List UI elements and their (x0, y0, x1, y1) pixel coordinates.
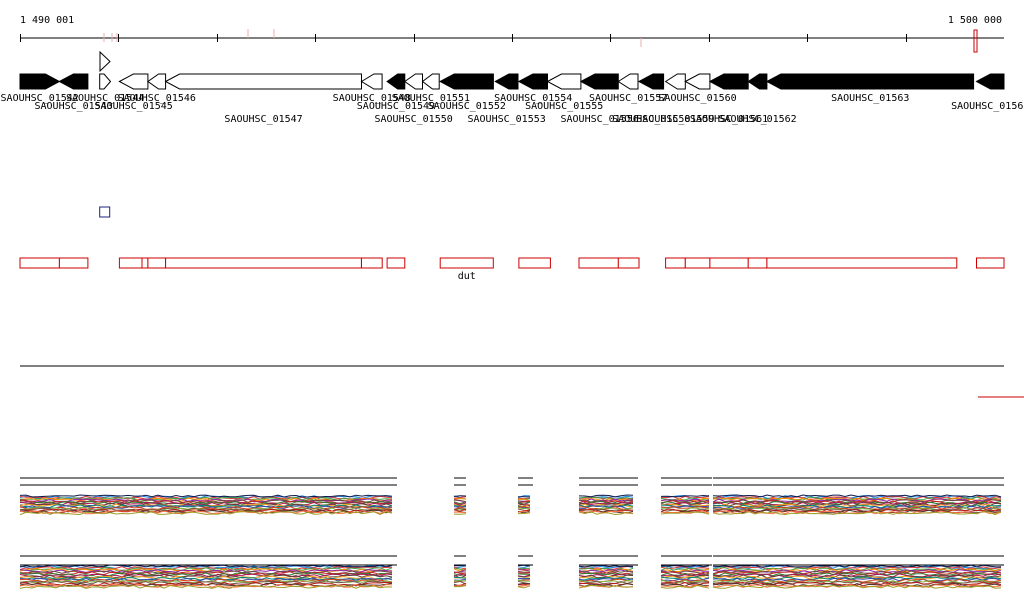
gene-arrow[interactable] (19, 73, 61, 90)
rna-feature-box[interactable] (58, 257, 89, 269)
coverage-series-line (660, 506, 710, 509)
rna-feature-box[interactable] (439, 257, 494, 269)
gene-track: SAOUHSC_01542SAOUHSC_01543SAOUHSC_01544S… (1, 50, 1024, 125)
strand-indicator-icon (99, 50, 111, 73)
rna-feature-box[interactable] (976, 257, 1005, 269)
genome-browser-view: 1 490 001 1 500 000 SAOUHSC_01542SAOUHSC… (1, 15, 1024, 589)
coverage-track-upper (19, 477, 1004, 516)
rna-feature-box[interactable] (747, 257, 768, 269)
coverage-envelope-line (578, 565, 634, 568)
gene-arrow[interactable] (360, 73, 383, 90)
gene-arrow[interactable] (99, 73, 112, 90)
rna-feature-box[interactable] (766, 257, 958, 269)
gene-arrow[interactable] (637, 73, 665, 90)
gene-label: SAOUHSC_01546 (118, 93, 196, 104)
coverage-series-line (19, 584, 393, 589)
gene-label: SAOUHSC_01557 (589, 93, 667, 104)
gene-label: SAOUHSC_01550 (374, 114, 452, 125)
rna-feature-label: dut (458, 271, 476, 282)
gene-label: SAOUHSC_01563 (831, 93, 909, 104)
gene-arrow[interactable] (708, 73, 749, 90)
ruler-end-label: 1 500 000 (948, 15, 1002, 26)
gene-arrow[interactable] (147, 73, 167, 90)
rna-feature-box[interactable] (165, 257, 362, 269)
coverage-series-line (453, 497, 467, 500)
rna-feature-box[interactable] (665, 257, 686, 269)
rna-feature-box[interactable] (684, 257, 711, 269)
rna-feature-box[interactable] (709, 257, 749, 269)
gene-label: SAOUHSC_01560 (658, 93, 736, 104)
gene-arrow[interactable] (664, 73, 686, 90)
coverage-envelope-line (517, 564, 531, 567)
gene-arrow[interactable] (684, 73, 711, 90)
marker-box[interactable] (99, 206, 111, 218)
gene-arrow[interactable] (975, 73, 1005, 90)
marker-track (99, 206, 111, 218)
gene-arrow[interactable] (386, 73, 406, 90)
rna-feature-box[interactable] (386, 257, 406, 269)
gene-arrow[interactable] (765, 73, 975, 90)
ruler-start-label: 1 490 001 (20, 15, 74, 26)
gene-label: SAOUHSC_01547 (224, 114, 302, 125)
gene-arrow[interactable] (579, 73, 619, 90)
rna-feature-box[interactable] (147, 257, 167, 269)
gene-arrow[interactable] (546, 73, 582, 90)
coverage-envelope-line (453, 564, 467, 567)
coverage-series-line (453, 511, 467, 513)
rna-feature-box[interactable] (617, 257, 640, 269)
gene-arrow[interactable] (494, 73, 519, 90)
rna-feature-box[interactable] (578, 257, 619, 269)
coverage-series-line (453, 513, 467, 515)
coverage-track-lower (19, 555, 1004, 589)
rna-feature-box[interactable] (118, 257, 143, 269)
gene-label: SAOUHSC_01562 (718, 114, 796, 125)
gene-arrow[interactable] (421, 73, 440, 90)
gene-arrow[interactable] (164, 73, 362, 90)
gene-arrow[interactable] (58, 73, 89, 90)
rna-feature-box[interactable] (141, 257, 149, 269)
gene-arrow[interactable] (747, 73, 768, 90)
gene-arrow[interactable] (617, 73, 639, 90)
gene-label: SAOUHSC_01553 (467, 114, 545, 125)
coverage-envelope-line (453, 495, 467, 497)
gene-arrow[interactable] (403, 73, 423, 90)
gene-arrow[interactable] (439, 73, 494, 90)
ruler-track: 1 490 001 1 500 000 (20, 15, 1004, 53)
coverage-series-line (517, 582, 531, 585)
rna-feature-box[interactable] (361, 257, 383, 269)
rna-feature-box[interactable] (518, 257, 551, 269)
rna-feature-track: dut (19, 257, 1005, 282)
gene-label: SAOUHSC_01565 (951, 101, 1024, 112)
gene-arrow[interactable] (118, 73, 149, 90)
ruler-variant-marks (103, 29, 978, 53)
gene-arrow[interactable] (517, 73, 548, 90)
rna-feature-box[interactable] (19, 257, 60, 269)
coverage-series-line (517, 570, 530, 573)
